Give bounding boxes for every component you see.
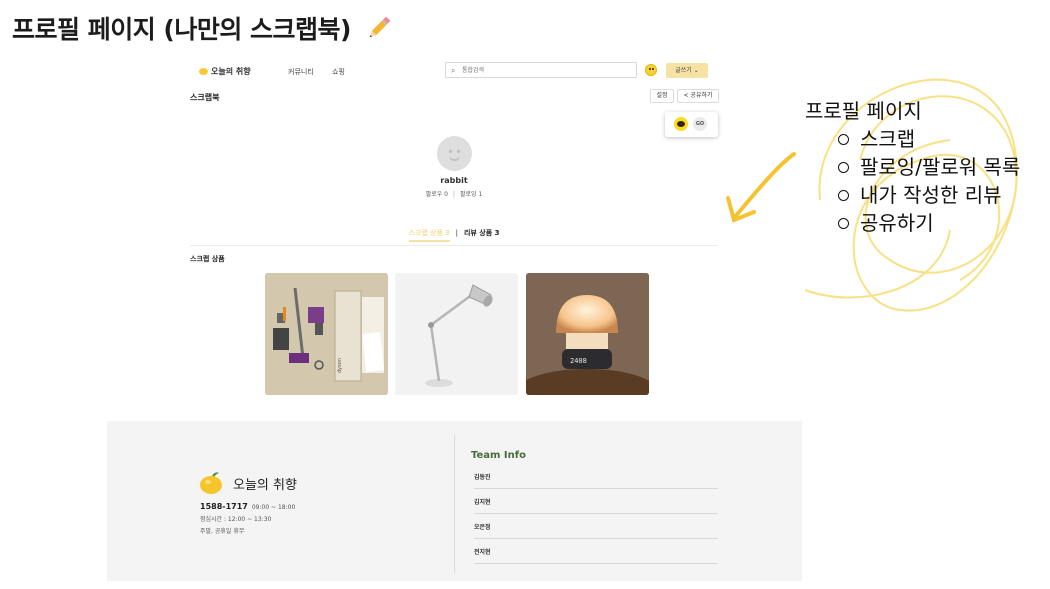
pencil-icon [365,14,393,48]
profile-avatar [437,136,472,171]
footer-phone-number: 1588-1717 [200,502,248,511]
site-logo-text: 오늘의 취향 [211,67,251,76]
go-share-button[interactable]: GO [693,117,707,131]
product-card-lamp[interactable] [395,273,518,395]
site-header: 오늘의 취향 커뮤니티 쇼핑 ⌕ 글쓰기 ⌄ [180,54,728,88]
followers-link[interactable]: 팔로우 0 [426,191,448,198]
annotation-list: 스크랩 팔로잉/팔로워 목록 내가 작성한 리뷰 공유하기 [838,125,1020,237]
lemon-icon [199,471,225,499]
nav-community[interactable]: 커뮤니티 [288,67,314,77]
annotation-note: 프로필 페이지 스크랩 팔로잉/팔로워 목록 내가 작성한 리뷰 공유하기 [805,97,1020,237]
annotation-item: 스크랩 [838,125,1020,153]
footer-hours: 09:00 ~ 18:00 [251,504,296,511]
svg-text:dyson: dyson [337,358,343,373]
footer-lunch: 점심시간 : 12:00 ~ 13:30 [200,516,272,523]
vacuum-image: dyson [265,273,388,395]
user-avatar-icon[interactable] [645,64,657,76]
footer-logo: 오늘의 취향 [199,471,297,499]
slide-title-text: 프로필 페이지 (나만의 스크랩북) [12,15,351,44]
share-icon: < [683,92,689,99]
share-button-label: 공유하기 [690,92,713,99]
search-box[interactable]: ⌕ [445,62,637,78]
profile-username: rabbit [440,176,468,185]
product-card-vacuum[interactable]: dyson [265,273,388,395]
write-button[interactable]: 글쓰기 ⌄ [666,63,708,78]
annotation-item: 공유하기 [838,209,1020,237]
mood-lamp-image: 2408 [526,273,649,395]
kakao-share-icon[interactable] [674,117,688,131]
lemon-icon [199,68,208,75]
lamp-image [395,273,518,395]
pointer-arrow-icon [726,152,796,223]
search-icon: ⌕ [451,66,456,75]
nav-shopping[interactable]: 쇼핑 [332,67,345,77]
settings-button[interactable]: 설정 [650,89,674,103]
tab-scrap-goods[interactable]: 스크랩 상품 3 [408,229,450,242]
tab-review-goods[interactable]: 리뷰 상품 3 [464,229,500,237]
scrap-goods-title: 스크랩 상품 [190,255,225,263]
profile-tabs: 스크랩 상품 3 | 리뷰 상품 3 [180,228,728,242]
section-divider [190,245,718,246]
annotation-item: 내가 작성한 리뷰 [838,181,1020,209]
footer-holiday: 주말, 공휴일 휴무 [200,528,245,535]
annotation-item: 팔로잉/팔로워 목록 [838,153,1020,181]
product-card-mood-lamp[interactable]: 2408 [526,273,649,395]
team-member: 오은정 [474,514,718,539]
follow-stats: 팔로우 0 | 팔로잉 1 [425,191,483,198]
team-member: 김동진 [474,464,718,489]
site-logo[interactable]: 오늘의 취향 [199,66,251,77]
footer-phone: 1588-1717 09:00 ~ 18:00 [200,502,295,511]
team-member: 전지현 [474,539,718,564]
clock-display: 2408 [570,357,587,365]
annotation-heading: 프로필 페이지 [805,99,922,123]
following-link[interactable]: 팔로잉 1 [460,191,482,198]
share-button[interactable]: < 공유하기 [677,89,719,103]
footer-divider [454,435,455,573]
slide-title: 프로필 페이지 (나만의 스크랩북) [12,10,393,48]
team-info-title: Team Info [471,450,526,461]
site-footer: 오늘의 취향 1588-1717 09:00 ~ 18:00 점심시간 : 12:… [107,421,802,581]
footer-logo-text: 오늘의 취향 [233,478,297,493]
profile-page-screenshot: 오늘의 취향 커뮤니티 쇼핑 ⌕ 글쓰기 ⌄ 스크랩북 설정 < 공유하기 GO… [180,54,728,414]
team-member: 김지현 [474,489,718,514]
search-input[interactable] [462,65,632,76]
share-popover: GO [665,112,718,137]
scrapbook-title: 스크랩북 [190,93,220,102]
